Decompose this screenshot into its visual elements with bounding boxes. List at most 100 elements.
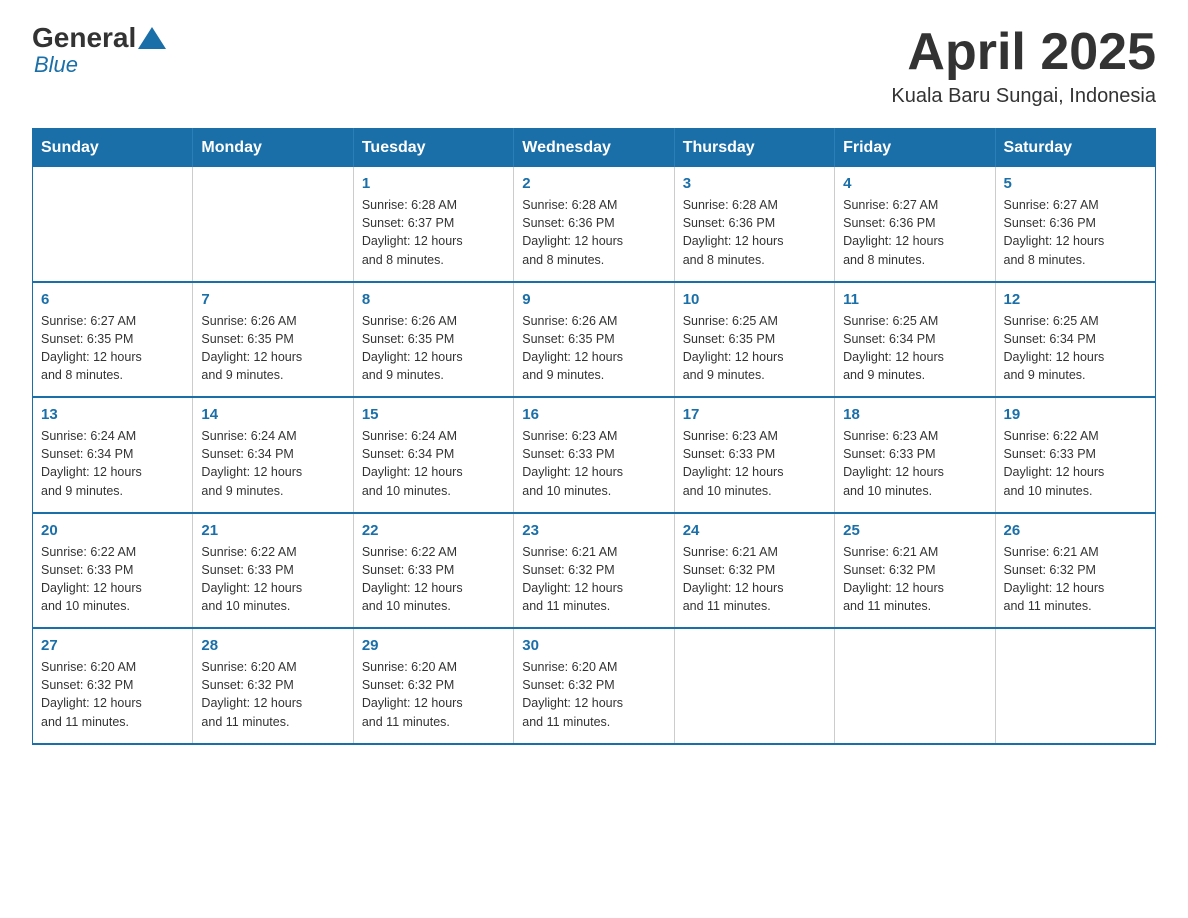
calendar-cell: 5 Sunrise: 6:27 AMSunset: 6:36 PMDaylight… [995,167,1155,282]
calendar-cell: 14 Sunrise: 6:24 AMSunset: 6:34 PMDayligh… [193,397,353,513]
day-info: Sunrise: 6:20 AMSunset: 6:32 PMDaylight:… [201,658,344,731]
day-info: Sunrise: 6:23 AMSunset: 6:33 PMDaylight:… [522,427,665,500]
calendar-week-row: 1 Sunrise: 6:28 AMSunset: 6:37 PMDaylight… [33,167,1156,282]
calendar-cell: 29 Sunrise: 6:20 AMSunset: 6:32 PMDayligh… [353,628,513,744]
day-info: Sunrise: 6:25 AMSunset: 6:34 PMDaylight:… [1004,312,1147,385]
calendar-cell: 26Sunrise: 6:21 AMSunset: 6:32 PMDayligh… [995,513,1155,629]
day-number: 13 [41,406,184,423]
weekday-header: Thursday [674,129,834,168]
day-info: Sunrise: 6:27 AMSunset: 6:35 PMDaylight:… [41,312,184,385]
day-number: 21 [201,522,344,539]
calendar-cell: 21 Sunrise: 6:22 AMSunset: 6:33 PMDayligh… [193,513,353,629]
calendar-cell: 22 Sunrise: 6:22 AMSunset: 6:33 PMDayligh… [353,513,513,629]
day-info: Sunrise: 6:28 AMSunset: 6:37 PMDaylight:… [362,196,505,269]
day-number: 20 [41,522,184,539]
calendar-cell [193,167,353,282]
logo-blue-text: Blue [34,52,78,77]
day-info: Sunrise: 6:21 AMSunset: 6:32 PMDaylight:… [843,543,986,616]
calendar-cell: 27Sunrise: 6:20 AMSunset: 6:32 PMDayligh… [33,628,193,744]
calendar-cell: 23 Sunrise: 6:21 AMSunset: 6:32 PMDayligh… [514,513,674,629]
calendar-cell: 24 Sunrise: 6:21 AMSunset: 6:32 PMDayligh… [674,513,834,629]
calendar-cell: 10Sunrise: 6:25 AMSunset: 6:35 PMDayligh… [674,282,834,398]
day-number: 15 [362,406,505,423]
calendar-week-row: 13 Sunrise: 6:24 AMSunset: 6:34 PMDayligh… [33,397,1156,513]
day-number: 24 [683,522,826,539]
day-info: Sunrise: 6:24 AMSunset: 6:34 PMDaylight:… [41,427,184,500]
day-number: 17 [683,406,826,423]
day-number: 14 [201,406,344,423]
calendar-cell: 20 Sunrise: 6:22 AMSunset: 6:33 PMDayligh… [33,513,193,629]
day-info: Sunrise: 6:22 AMSunset: 6:33 PMDaylight:… [1004,427,1147,500]
calendar-cell: 11Sunrise: 6:25 AMSunset: 6:34 PMDayligh… [835,282,995,398]
day-number: 23 [522,522,665,539]
logo-general-text: General [32,24,136,52]
day-info: Sunrise: 6:20 AMSunset: 6:32 PMDaylight:… [362,658,505,731]
day-info: Sunrise: 6:27 AMSunset: 6:36 PMDaylight:… [1004,196,1147,269]
day-number: 11 [843,291,986,308]
calendar-cell: 28Sunrise: 6:20 AMSunset: 6:32 PMDayligh… [193,628,353,744]
day-info: Sunrise: 6:21 AMSunset: 6:32 PMDaylight:… [683,543,826,616]
weekday-header: Saturday [995,129,1155,168]
calendar-subtitle: Kuala Baru Sungai, Indonesia [891,85,1156,108]
title-block: April 2025 Kuala Baru Sungai, Indonesia [891,24,1156,108]
calendar-cell: 15 Sunrise: 6:24 AMSunset: 6:34 PMDayligh… [353,397,513,513]
day-number: 12 [1004,291,1147,308]
day-number: 2 [522,175,665,192]
calendar-cell: 2 Sunrise: 6:28 AMSunset: 6:36 PMDaylight… [514,167,674,282]
weekday-header: Tuesday [353,129,513,168]
day-number: 22 [362,522,505,539]
day-number: 30 [522,637,665,654]
day-number: 18 [843,406,986,423]
weekday-header: Wednesday [514,129,674,168]
day-info: Sunrise: 6:28 AMSunset: 6:36 PMDaylight:… [683,196,826,269]
logo: General Blue [32,24,168,78]
day-info: Sunrise: 6:26 AMSunset: 6:35 PMDaylight:… [362,312,505,385]
day-info: Sunrise: 6:25 AMSunset: 6:35 PMDaylight:… [683,312,826,385]
day-info: Sunrise: 6:21 AMSunset: 6:32 PMDaylight:… [522,543,665,616]
day-number: 29 [362,637,505,654]
calendar-cell: 18 Sunrise: 6:23 AMSunset: 6:33 PMDayligh… [835,397,995,513]
calendar-cell: 30 Sunrise: 6:20 AMSunset: 6:32 PMDayligh… [514,628,674,744]
day-number: 3 [683,175,826,192]
calendar-week-row: 6 Sunrise: 6:27 AMSunset: 6:35 PMDaylight… [33,282,1156,398]
day-number: 5 [1004,175,1147,192]
calendar-week-row: 27 Sunrise: 6:20 AMSunset: 6:32 PMDayligh… [33,628,1156,744]
calendar-cell: 1 Sunrise: 6:28 AMSunset: 6:37 PMDaylight… [353,167,513,282]
calendar-cell: 8Sunrise: 6:26 AMSunset: 6:35 PMDaylight… [353,282,513,398]
calendar-cell: 17 Sunrise: 6:23 AMSunset: 6:33 PMDayligh… [674,397,834,513]
calendar-cell: 19 Sunrise: 6:22 AMSunset: 6:33 PMDayligh… [995,397,1155,513]
calendar-week-row: 20 Sunrise: 6:22 AMSunset: 6:33 PMDayligh… [33,513,1156,629]
day-info: Sunrise: 6:22 AMSunset: 6:33 PMDaylight:… [201,543,344,616]
day-info: Sunrise: 6:23 AMSunset: 6:33 PMDaylight:… [683,427,826,500]
day-info: Sunrise: 6:20 AMSunset: 6:32 PMDaylight:… [522,658,665,731]
calendar-table: SundayMondayTuesdayWednesdayThursdayFrid… [32,128,1156,745]
calendar-cell: 6 Sunrise: 6:27 AMSunset: 6:35 PMDaylight… [33,282,193,398]
day-number: 1 [362,175,505,192]
day-number: 25 [843,522,986,539]
day-number: 27 [41,637,184,654]
calendar-cell: 9 Sunrise: 6:26 AMSunset: 6:35 PMDaylight… [514,282,674,398]
day-number: 9 [522,291,665,308]
day-info: Sunrise: 6:24 AMSunset: 6:34 PMDaylight:… [201,427,344,500]
day-info: Sunrise: 6:24 AMSunset: 6:34 PMDaylight:… [362,427,505,500]
day-info: Sunrise: 6:22 AMSunset: 6:33 PMDaylight:… [362,543,505,616]
day-info: Sunrise: 6:23 AMSunset: 6:33 PMDaylight:… [843,427,986,500]
day-info: Sunrise: 6:27 AMSunset: 6:36 PMDaylight:… [843,196,986,269]
day-info: Sunrise: 6:22 AMSunset: 6:33 PMDaylight:… [41,543,184,616]
day-number: 26 [1004,522,1147,539]
calendar-cell: 13 Sunrise: 6:24 AMSunset: 6:34 PMDayligh… [33,397,193,513]
day-number: 19 [1004,406,1147,423]
page-header: General Blue April 2025 Kuala Baru Sunga… [32,24,1156,108]
calendar-cell: 7 Sunrise: 6:26 AMSunset: 6:35 PMDaylight… [193,282,353,398]
calendar-cell: 12 Sunrise: 6:25 AMSunset: 6:34 PMDayligh… [995,282,1155,398]
weekday-header: Friday [835,129,995,168]
day-number: 4 [843,175,986,192]
day-info: Sunrise: 6:26 AMSunset: 6:35 PMDaylight:… [522,312,665,385]
day-number: 6 [41,291,184,308]
day-number: 7 [201,291,344,308]
calendar-cell [674,628,834,744]
calendar-cell: 16Sunrise: 6:23 AMSunset: 6:33 PMDayligh… [514,397,674,513]
day-info: Sunrise: 6:26 AMSunset: 6:35 PMDaylight:… [201,312,344,385]
weekday-header: Monday [193,129,353,168]
day-info: Sunrise: 6:28 AMSunset: 6:36 PMDaylight:… [522,196,665,269]
